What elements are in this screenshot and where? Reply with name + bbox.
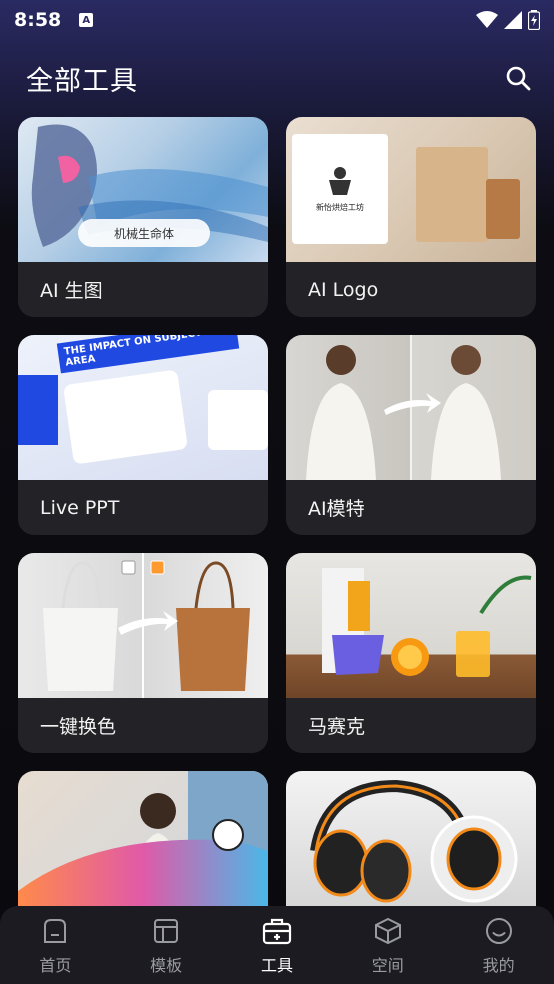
signal-icon <box>504 11 522 29</box>
bottom-nav: 首页 模板 工具 空间 我的 <box>0 906 554 984</box>
nav-label-templates: 模板 <box>150 956 183 975</box>
page-header: 全部工具 <box>0 52 554 104</box>
portrait-preview <box>18 771 268 916</box>
headphone-illustration <box>310 779 518 903</box>
status-indicators <box>476 10 540 30</box>
ai-model-preview <box>286 335 536 480</box>
tool-card-ai-model[interactable]: AI模特 <box>286 335 536 535</box>
paper-bag-image <box>416 147 488 242</box>
tool-label: AI模特 <box>308 498 365 520</box>
ppt-slide-title: THE IMPACT ON SUBJECT AREA <box>56 335 240 374</box>
battery-icon <box>528 10 540 30</box>
status-time: 8:58 <box>14 9 62 31</box>
tool-label: AI 生图 <box>40 280 103 302</box>
nav-label-tools: 工具 <box>260 956 293 975</box>
nav-label-space: 空间 <box>371 956 404 975</box>
logo-card: 新怡烘焙工坊 <box>292 134 388 244</box>
search-icon <box>506 66 531 91</box>
prompt-chip: 机械生命体 <box>78 219 210 247</box>
nav-item-templates[interactable]: 模板 <box>111 916 221 976</box>
toolbox-icon <box>262 918 292 945</box>
ppt-slide-content <box>62 369 189 465</box>
recolor-preview <box>18 553 268 698</box>
tool-card-live-ppt[interactable]: THE IMPACT ON SUBJECT AREA Live PPT <box>18 335 268 535</box>
app-notification-icon: A <box>79 13 94 27</box>
nav-item-home[interactable]: 首页 <box>0 916 110 976</box>
ppt-slide-left <box>18 375 58 445</box>
tool-card-mosaic[interactable]: 马赛克 <box>286 553 536 753</box>
page-title: 全部工具 <box>26 65 138 97</box>
nav-label-profile: 我的 <box>482 956 515 975</box>
tool-label: Live PPT <box>40 496 120 519</box>
cube-icon <box>374 917 401 945</box>
mosaic-preview <box>286 553 536 698</box>
nav-label-home: 首页 <box>39 956 72 975</box>
model-comparison-illustration <box>306 335 501 480</box>
tool-label: 马赛克 <box>308 716 366 738</box>
coffee-cup-image <box>486 179 520 239</box>
home-icon <box>44 919 67 943</box>
smile-icon <box>485 918 512 944</box>
tool-card-ai-logo[interactable]: 新怡烘焙工坊 AI Logo <box>286 117 536 317</box>
status-bar: 8:58 A <box>0 0 554 40</box>
tool-card-ai-image[interactable]: 机械生命体 AI 生图 <box>18 117 268 317</box>
nav-item-tools[interactable]: 工具 <box>222 916 332 976</box>
tool-card-recolor[interactable]: 一键换色 <box>18 553 268 753</box>
tools-grid: 机械生命体 AI 生图 新怡烘焙工坊 AI Logo THE IMPACT ON… <box>18 117 536 971</box>
ai-logo-preview: 新怡烘焙工坊 <box>286 117 536 262</box>
handbag-recolor-illustration <box>43 553 250 698</box>
portrait-illustration <box>18 771 268 916</box>
wifi-icon <box>476 11 498 28</box>
cupcake-icon <box>329 166 351 195</box>
ai-image-preview: 机械生命体 <box>18 117 268 262</box>
tool-label: 一键换色 <box>40 716 117 738</box>
ppt-preview: THE IMPACT ON SUBJECT AREA <box>18 335 268 480</box>
nav-item-profile[interactable]: 我的 <box>444 916 554 976</box>
logo-text: 新怡烘焙工坊 <box>316 202 364 212</box>
nav-item-space[interactable]: 空间 <box>333 916 443 976</box>
template-icon <box>154 919 179 943</box>
mosaic-illustration <box>322 568 532 677</box>
tool-label: AI Logo <box>308 278 379 301</box>
search-button[interactable] <box>498 58 538 98</box>
headphone-preview <box>286 771 536 916</box>
ppt-slide-right <box>208 390 268 450</box>
